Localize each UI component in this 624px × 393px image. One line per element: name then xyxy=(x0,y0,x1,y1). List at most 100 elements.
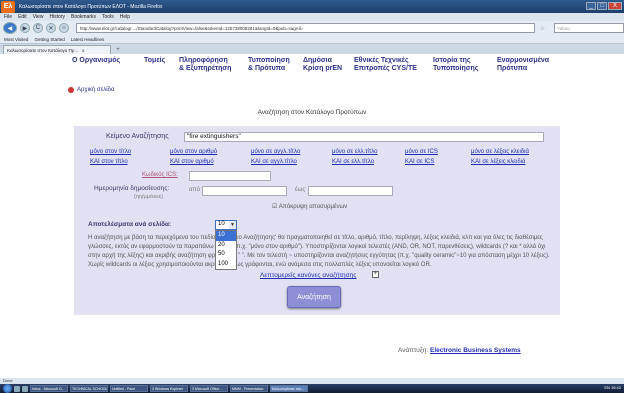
site-navigation: Ο Οργανισμός Τομείς Πληροφόρηση & Εξυπηρέ… xyxy=(72,57,560,73)
menu-history[interactable]: History xyxy=(49,14,65,20)
results-per-page-options: 10 20 50 100 xyxy=(215,230,237,270)
menu-tools[interactable]: Tools xyxy=(102,14,114,20)
bookmarks-toolbar: Most Visited Getting Started Latest Head… xyxy=(0,35,624,44)
taskbar-item[interactable]: 3 Windows Explorer xyxy=(150,385,188,392)
footer-credits: Ανάπτυξη: Electronic Business Systems xyxy=(398,347,521,354)
option-only-english-title[interactable]: μόνο σε αγγλ.τίτλο xyxy=(251,149,300,155)
option-20[interactable]: 20 xyxy=(216,241,236,251)
search-text-label: Κείμενο Αναζήτησης xyxy=(106,133,169,140)
nav-harmonized-standards[interactable]: Εναρμονισμένα Πρότυπα xyxy=(497,57,560,73)
date-format-hint: (ηη/μμ/εεεε) xyxy=(134,194,163,200)
bookmark-most-visited[interactable]: Most Visited xyxy=(4,37,28,42)
nav-technical-committees[interactable]: Εθνικές Τεχνικές Επιτροπές CYS/TE xyxy=(354,57,433,73)
option-and-keywords[interactable]: ΚΑΙ σε λέξεις κλειδιά xyxy=(471,159,525,165)
help-text: Η αναζήτηση με βάση τα περιεχόμενα του π… xyxy=(88,235,550,268)
forward-icon[interactable]: ▶ xyxy=(19,23,30,33)
window-titlebar: Ελ Καλωσορίσατε στον Κατάλογο Προτύπων Ε… xyxy=(0,0,624,13)
breadcrumb: Αρχική σελίδα xyxy=(68,87,114,93)
option-only-keywords[interactable]: μόνο σε λέξεις κλειδιά xyxy=(471,149,529,155)
menu-help[interactable]: Help xyxy=(120,14,130,20)
menu-view[interactable]: View xyxy=(33,14,44,20)
maximize-button[interactable]: □ xyxy=(597,2,607,10)
taskbar-item[interactable]: TECHNICAL SCHOOL xyxy=(70,385,108,392)
taskbar-item[interactable]: MMM - Presentation xyxy=(230,385,268,392)
menu-edit[interactable]: Edit xyxy=(18,14,27,20)
ics-code-input[interactable] xyxy=(189,171,271,181)
search-panel: Κείμενο Αναζήτησης "fire extinguishers" … xyxy=(74,126,560,315)
search-submit-button[interactable]: Αναζήτηση xyxy=(287,286,341,308)
menu-bookmarks[interactable]: Bookmarks xyxy=(71,14,96,20)
option-and-number[interactable]: ΚΑΙ στον αριθμό xyxy=(170,159,214,165)
option-only-greek-title[interactable]: μόνο σε ελλ.τίτλο xyxy=(332,149,378,155)
option-and-ics[interactable]: ΚΑΙ σε ICS xyxy=(405,159,434,165)
new-tab-button[interactable]: + xyxy=(113,46,123,54)
navigation-toolbar: ◀ ▶ C ✕ ⌂ http://www.elot.gr/catalog/...… xyxy=(0,21,624,35)
option-50[interactable]: 50 xyxy=(216,250,236,260)
option-only-title[interactable]: μόνο στον τίτλο xyxy=(90,149,131,155)
taskbar-item[interactable]: Inbox - Microsoft O... xyxy=(30,385,68,392)
nav-sectors[interactable]: Τομείς xyxy=(144,57,179,73)
quicklaunch-icon[interactable] xyxy=(22,385,28,392)
hide-withdrawn-label: Απόκρυψη αποσυρμένων xyxy=(278,204,348,210)
chevron-down-icon[interactable]: ▼ xyxy=(229,221,236,229)
expand-icon[interactable]: + xyxy=(372,271,379,278)
bookmark-latest-headlines[interactable]: Latest Headlines xyxy=(71,37,105,42)
taskbar-item-active[interactable]: Καλωσορίσατε στο... xyxy=(270,385,308,392)
ics-code-link[interactable]: Κωδικός ICS: xyxy=(142,172,178,178)
tab-catalog[interactable]: Καλωσορίσατε στον Κατάλογο Πρ... x xyxy=(3,45,111,54)
publication-date-label: Ημερομηνία δημοσίευσης: xyxy=(94,185,170,192)
breadcrumb-home[interactable]: Αρχική σελίδα xyxy=(77,87,114,93)
option-only-ics[interactable]: μόνο σε ICS xyxy=(405,149,438,155)
menu-file[interactable]: File xyxy=(4,14,12,20)
date-from-label: από xyxy=(189,187,200,193)
tab-bar: Καλωσορίσατε στον Κατάλογο Πρ... x + xyxy=(0,44,624,54)
menu-bar: File Edit View History Bookmarks Tools H… xyxy=(0,13,624,21)
nav-standardization[interactable]: Τυποποίηση & Πρότυπα xyxy=(248,57,303,73)
quicklaunch-icon[interactable] xyxy=(14,385,20,392)
nav-public-enquiry[interactable]: Δημόσια Κρίση prEN xyxy=(303,57,354,73)
bookmark-star-icon[interactable]: ☆ xyxy=(540,25,545,32)
checkbox-checked-icon: ☑ xyxy=(272,204,278,210)
page-viewport: Ο Οργανισμός Τομείς Πληροφόρηση & Εξυπηρέ… xyxy=(0,54,624,378)
minimize-button[interactable]: _ xyxy=(586,2,596,10)
nav-information[interactable]: Πληροφόρηση & Εξυπηρέτηση xyxy=(179,57,248,73)
nav-history[interactable]: Ιστορία της Τυποποίησης xyxy=(433,57,497,73)
tab-label: Καλωσορίσατε στον Κατάλογο Πρ... xyxy=(7,47,79,53)
option-only-number[interactable]: μόνο στον αριθμό xyxy=(170,149,217,155)
url-bar[interactable]: http://www.elot.gr/catalog/..../Standard… xyxy=(75,23,535,33)
option-100[interactable]: 100 xyxy=(216,260,236,270)
date-to-input[interactable] xyxy=(308,186,393,196)
tab-close-icon[interactable]: x xyxy=(82,48,84,53)
footer-prefix: Ανάπτυξη: xyxy=(398,347,429,354)
window-title: Καλωσορίσατε στον Κατάλογο Προτύπων ΕΛΟΤ… xyxy=(19,3,163,10)
nav-organization[interactable]: Ο Οργανισμός xyxy=(72,57,144,73)
option-and-greek-title[interactable]: ΚΑΙ σε ελλ.τίτλο xyxy=(332,159,374,165)
home-icon[interactable]: ⌂ xyxy=(58,23,69,33)
home-bullet-icon xyxy=(68,87,74,93)
detailed-rules-link[interactable]: Λεπτομερείς κανόνες αναζήτησης xyxy=(260,272,356,279)
web-search-input[interactable]: Yahoo xyxy=(554,23,624,33)
results-per-page-value: 10 xyxy=(218,221,225,227)
taskbar: Inbox - Microsoft O... TECHNICAL SCHOOL … xyxy=(0,384,624,393)
option-and-title[interactable]: ΚΑΙ στον τίτλο xyxy=(90,159,128,165)
search-text-input[interactable]: "fire extinguishers" xyxy=(184,132,544,142)
system-tray-clock: EN 15:42 xyxy=(604,385,621,390)
back-icon[interactable]: ◀ xyxy=(3,22,17,34)
reload-icon[interactable]: C xyxy=(32,23,43,33)
date-from-input[interactable] xyxy=(202,186,287,196)
option-10[interactable]: 10 xyxy=(216,231,236,241)
page-title: Αναζήτηση στον Κατάλογο Προτύπων xyxy=(257,109,367,116)
stop-icon[interactable]: ✕ xyxy=(45,23,56,33)
bookmark-getting-started[interactable]: Getting Started xyxy=(34,37,64,42)
results-per-page-label: Αποτελέσματα ανά σελίδα: xyxy=(88,221,172,228)
taskbar-item[interactable]: Untitled - Paint xyxy=(110,385,148,392)
firefox-icon: Ελ xyxy=(1,0,15,13)
close-button[interactable]: X xyxy=(608,2,622,10)
option-and-english-title[interactable]: ΚΑΙ σε αγγλ.τίτλο xyxy=(251,159,297,165)
hide-withdrawn-checkbox[interactable]: ☑ Απόκρυψη αποσυρμένων xyxy=(272,203,347,210)
results-per-page-select[interactable]: 10 ▼ xyxy=(215,220,237,230)
footer-link[interactable]: Electronic Business Systems xyxy=(430,347,521,354)
date-to-label: έως xyxy=(295,187,306,193)
taskbar-item[interactable]: 3 Microsoft Office... xyxy=(190,385,228,392)
start-button[interactable] xyxy=(3,384,12,393)
